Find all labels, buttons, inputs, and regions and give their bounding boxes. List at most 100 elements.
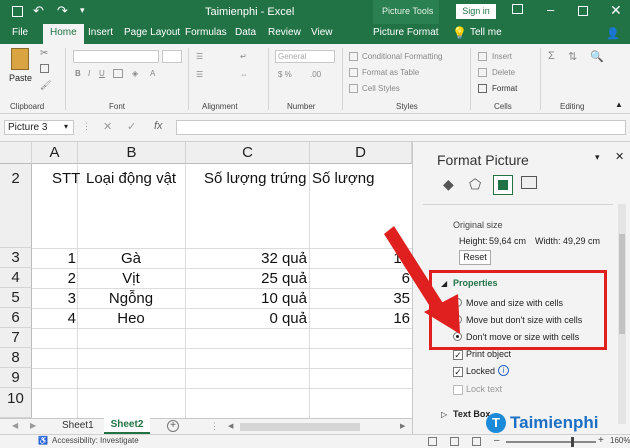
ribbon-display-icon[interactable] bbox=[512, 4, 523, 14]
font-name-box[interactable] bbox=[73, 50, 159, 63]
tab-home[interactable]: Home bbox=[43, 24, 84, 44]
font-color-icon[interactable]: A bbox=[150, 69, 155, 78]
format-as-table-button[interactable]: Format as Table bbox=[362, 68, 419, 77]
cell-c6[interactable]: 0 quả bbox=[186, 310, 307, 327]
accessibility-status[interactable]: Accessibility: Investigate bbox=[52, 436, 139, 445]
column-header-d[interactable]: D bbox=[310, 142, 412, 164]
row-header[interactable]: 10 bbox=[0, 388, 32, 418]
tell-me-field[interactable]: Tell me bbox=[470, 27, 502, 38]
zoom-slider[interactable] bbox=[506, 437, 596, 447]
row-header[interactable]: 5 bbox=[0, 288, 32, 308]
close-icon[interactable]: ✕ bbox=[610, 2, 622, 19]
font-size-box[interactable] bbox=[162, 50, 182, 63]
format-painter-icon[interactable]: 🖌 bbox=[40, 80, 51, 91]
horizontal-scrollbar[interactable] bbox=[240, 423, 360, 431]
row-header[interactable]: 9 bbox=[0, 368, 32, 388]
cell-c2[interactable]: Số lượng trứng bbox=[204, 170, 306, 187]
print-object-checkbox[interactable]: ✓ bbox=[453, 350, 463, 360]
number-format-box[interactable]: General bbox=[275, 50, 335, 63]
prev-sheet-icon[interactable]: ◀ bbox=[12, 421, 18, 430]
row-header[interactable]: 8 bbox=[0, 348, 32, 368]
pane-options-icon[interactable]: ▾ bbox=[595, 152, 600, 163]
next-sheet-icon[interactable]: ▶ bbox=[30, 421, 36, 430]
undo-icon[interactable]: ↶ bbox=[33, 3, 44, 19]
tab-data[interactable]: Data bbox=[235, 27, 256, 38]
scroll-left-icon[interactable]: ◀ bbox=[228, 422, 233, 430]
zoom-out-icon[interactable]: – bbox=[494, 435, 500, 446]
cell-b6[interactable]: Heo bbox=[78, 310, 184, 327]
cell-c5[interactable]: 10 quả bbox=[186, 290, 307, 307]
italic-icon[interactable]: I bbox=[88, 69, 90, 78]
fill-color-icon[interactable]: ◈ bbox=[132, 69, 138, 78]
text-box-heading[interactable]: Text Box bbox=[453, 409, 490, 419]
row-header[interactable]: 4 bbox=[0, 268, 32, 288]
size-properties-icon[interactable] bbox=[493, 175, 513, 195]
page-break-view-icon[interactable] bbox=[472, 437, 481, 446]
find-select-icon[interactable]: 🔍 bbox=[590, 50, 604, 63]
text-box-expand-icon[interactable]: ▷ bbox=[441, 410, 447, 419]
cell-b5[interactable]: Ngỗng bbox=[78, 290, 184, 307]
sort-filter-icon[interactable]: ⇅ bbox=[568, 50, 577, 63]
collapse-ribbon-icon[interactable]: ▲ bbox=[615, 100, 623, 109]
accessibility-icon[interactable]: ♿ bbox=[38, 436, 48, 445]
tab-review[interactable]: Review bbox=[268, 27, 301, 38]
cell-b4[interactable]: Vịt bbox=[78, 270, 184, 287]
row-header[interactable]: 3 bbox=[0, 248, 32, 268]
scroll-right-icon[interactable]: ▶ bbox=[400, 422, 405, 430]
cell-a4[interactable]: 2 bbox=[32, 270, 76, 287]
sheet-tab-sheet2[interactable]: Sheet2 bbox=[104, 418, 150, 434]
enter-icon[interactable]: ✓ bbox=[127, 120, 136, 133]
currency-icon[interactable]: $ % bbox=[278, 70, 292, 79]
cell-b3[interactable]: Gà bbox=[78, 250, 184, 267]
insert-cells-button[interactable]: Insert bbox=[492, 52, 512, 61]
zoom-slider-thumb[interactable] bbox=[571, 437, 574, 447]
pane-scroll-thumb[interactable] bbox=[619, 234, 625, 334]
tab-formulas[interactable]: Formulas bbox=[185, 27, 227, 38]
cancel-icon[interactable]: ✕ bbox=[103, 120, 112, 133]
cell-c3[interactable]: 32 quả bbox=[186, 250, 307, 267]
merge-icon[interactable]: ⇔ bbox=[240, 70, 248, 79]
tab-file[interactable]: File bbox=[12, 27, 28, 38]
minimize-icon[interactable]: – bbox=[547, 2, 554, 17]
paste-button[interactable]: Paste bbox=[8, 48, 34, 92]
select-all-corner[interactable] bbox=[0, 142, 32, 164]
align-left-icon[interactable]: ☰ bbox=[196, 70, 203, 79]
effects-icon[interactable]: ⬠ bbox=[469, 176, 481, 193]
picture-icon[interactable] bbox=[521, 176, 537, 189]
autosum-icon[interactable]: Σ bbox=[548, 50, 555, 62]
row-header[interactable]: 7 bbox=[0, 328, 32, 348]
cell-a3[interactable]: 1 bbox=[32, 250, 76, 267]
tab-view[interactable]: View bbox=[311, 27, 333, 38]
normal-view-icon[interactable] bbox=[428, 437, 437, 446]
pane-close-icon[interactable]: ✕ bbox=[615, 150, 624, 163]
wrap-text-icon[interactable]: ↵ bbox=[240, 52, 247, 61]
column-header-a[interactable]: A bbox=[32, 142, 78, 164]
format-cells-button[interactable]: Format bbox=[492, 84, 517, 93]
qat-dropdown-icon[interactable]: ▾ bbox=[80, 5, 85, 16]
add-sheet-button[interactable]: + bbox=[167, 420, 179, 432]
sheet-tab-sheet1[interactable]: Sheet1 bbox=[62, 420, 94, 431]
formula-input[interactable] bbox=[176, 120, 626, 135]
redo-icon[interactable]: ↷ bbox=[57, 3, 68, 19]
cell-styles-button[interactable]: Cell Styles bbox=[362, 84, 400, 93]
cell-a5[interactable]: 3 bbox=[32, 290, 76, 307]
borders-icon[interactable] bbox=[113, 69, 123, 78]
pane-scrollbar[interactable] bbox=[618, 204, 626, 424]
cell-b2[interactable]: Loại động vật bbox=[86, 170, 176, 187]
tab-insert[interactable]: Insert bbox=[88, 27, 113, 38]
cell-d2[interactable]: Số lượng bbox=[312, 170, 410, 187]
row-header[interactable]: 2 bbox=[0, 164, 32, 248]
lightbulb-icon[interactable]: 💡 bbox=[452, 26, 467, 40]
name-box-dropdown-icon[interactable]: ▾ bbox=[64, 122, 68, 131]
insert-function-button[interactable]: fx bbox=[154, 120, 163, 132]
cut-icon[interactable]: ✂ bbox=[40, 48, 48, 59]
cell-a2[interactable]: STT bbox=[52, 170, 80, 187]
column-header-c[interactable]: C bbox=[186, 142, 310, 164]
fill-line-icon[interactable]: ◆ bbox=[443, 176, 454, 193]
decimal-icon[interactable]: .00 bbox=[310, 70, 321, 79]
delete-cells-button[interactable]: Delete bbox=[492, 68, 515, 77]
row-header[interactable]: 6 bbox=[0, 308, 32, 328]
underline-icon[interactable]: U bbox=[99, 69, 105, 78]
copy-icon[interactable] bbox=[40, 64, 49, 73]
column-header-b[interactable]: B bbox=[78, 142, 186, 164]
